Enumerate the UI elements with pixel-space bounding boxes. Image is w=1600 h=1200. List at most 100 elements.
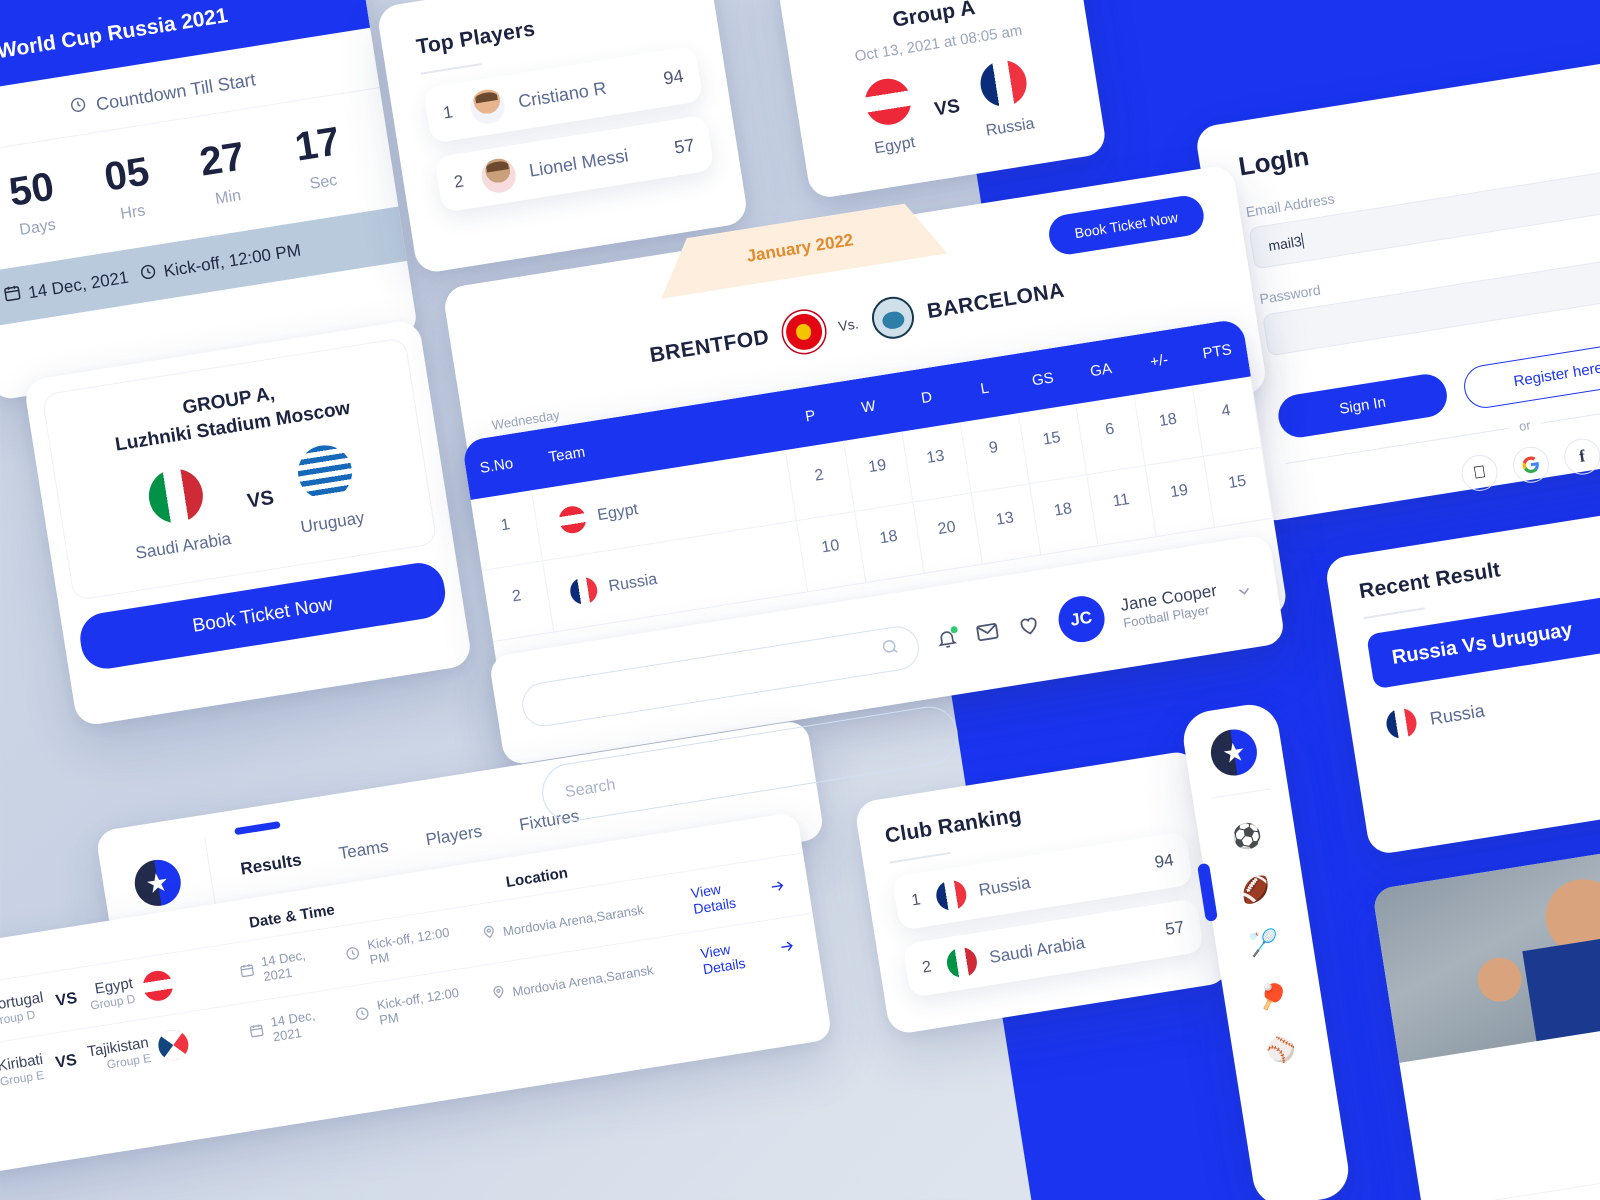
russia-flag-icon — [934, 878, 969, 913]
versus-label: Vs. — [837, 315, 860, 335]
notification-dot — [949, 625, 958, 634]
countdown-subtitle-label: Countdown Till Start — [94, 68, 257, 114]
fixture-location: Mordovia Arena,Saransk — [490, 954, 693, 1003]
club-score: 94 — [1153, 850, 1175, 872]
calendar-icon — [2, 283, 23, 309]
tajikistan-flag-icon — [156, 1028, 191, 1063]
group-a-away-name: Russia — [984, 115, 1036, 140]
google-icon[interactable] — [1510, 444, 1552, 486]
cell-sno: 1 — [470, 490, 543, 571]
cell-p: 2 — [785, 440, 856, 521]
versus-label: VS — [245, 486, 276, 513]
chevron-down-icon[interactable] — [1234, 581, 1255, 607]
fixture-date: 14 Dec, 2021 — [259, 947, 307, 985]
player-name: Lionel Messi — [527, 144, 630, 181]
countdown-hrs-label: Hrs — [119, 202, 147, 223]
fixture-location: Mordovia Arena,Saransk — [481, 894, 684, 943]
clock-icon — [138, 262, 158, 286]
versus-label: VS — [932, 95, 962, 120]
cell-w: 19 — [844, 431, 914, 511]
view-details-label: View Details — [699, 940, 747, 978]
cell-d: 13 — [902, 422, 972, 502]
facebook-icon[interactable]: f — [1561, 435, 1600, 478]
brentford-crest-icon — [779, 307, 828, 356]
top-players-title: Top Players — [414, 17, 537, 59]
countdown-unit-days: 50 Days — [6, 164, 61, 240]
stadium-home-team: Saudi Arabia — [124, 462, 233, 564]
cell-gd: 18 — [1134, 385, 1204, 465]
russia-flag-icon — [976, 57, 1030, 110]
stadium-home-name: Saudi Arabia — [134, 529, 233, 564]
avatar — [468, 87, 508, 127]
whitecaps-crest-icon — [868, 293, 917, 342]
countdown-date-text: 14 Dec, 2021 — [26, 267, 130, 302]
countdown-kickoff-text: Kick-off, 12:00 PM — [162, 239, 303, 281]
stadium-match-card: GROUP A, Luzhniki Stadium Moscow Saudi A… — [23, 318, 473, 728]
cell-w: 18 — [855, 502, 925, 583]
group-a-away-team: Russia — [975, 57, 1036, 141]
saudi-arabia-flag-icon — [144, 465, 207, 528]
stadium-away-team: Uruguay — [289, 441, 366, 538]
divider — [889, 851, 951, 864]
countdown-hrs-value: 05 — [101, 149, 153, 200]
player-rank: 2 — [452, 171, 466, 192]
column-header-ga: GA — [1088, 360, 1114, 381]
fixture-away: Tajikistan Group E — [86, 1028, 191, 1074]
heart-icon[interactable] — [1015, 611, 1043, 643]
or-label: or — [1517, 417, 1532, 435]
saudi-arabia-flag-icon — [944, 945, 980, 980]
register-button[interactable]: Register here — [1461, 338, 1600, 411]
sidebar-item-soccer[interactable]: ⚽ — [1230, 821, 1264, 852]
cell-team-name: Egypt — [596, 500, 640, 524]
club-name: Russia — [977, 872, 1032, 900]
search-placeholder: Search — [563, 776, 617, 802]
sidebar-item-american-football[interactable]: 🏈 — [1239, 875, 1273, 906]
view-details-link[interactable]: View Details — [690, 871, 789, 917]
cell-d: 20 — [913, 493, 983, 573]
calendar-icon — [238, 962, 256, 982]
countdown-unit-min: 27 Min — [196, 134, 252, 210]
tab-players[interactable]: Players — [423, 816, 484, 856]
versus-label: VS — [54, 989, 79, 1010]
countdown-sec-label: Sec — [308, 171, 339, 193]
mail-icon[interactable] — [973, 618, 1001, 650]
cell-l: 9 — [960, 413, 1030, 493]
stadium-inner: GROUP A, Luzhniki Stadium Moscow Saudi A… — [41, 337, 438, 602]
book-ticket-button[interactable]: Book Ticket Now — [1045, 193, 1207, 258]
cell-p: 10 — [797, 511, 867, 592]
sidebar-item-badminton[interactable]: 🏸 — [1247, 928, 1281, 959]
club-name: Saudi Arabia — [988, 933, 1087, 967]
sidebar-item-baseball[interactable]: ⚾ — [1264, 1035, 1298, 1066]
column-header-l: L — [979, 379, 991, 398]
star-logo-icon: ★ — [1207, 726, 1261, 779]
fixture-home: Portugal Group D — [0, 989, 47, 1034]
countdown-date-segment: 14 Dec, 2021 — [2, 266, 130, 308]
countdown-kickoff-segment: Kick-off, 12:00 PM — [138, 239, 302, 286]
bell-icon[interactable] — [934, 625, 960, 655]
fixture-away: Egypt Group D — [87, 968, 175, 1012]
topbar-user-block[interactable]: Jane Cooper Football Player — [1119, 580, 1221, 630]
egypt-flag-icon — [140, 968, 175, 1004]
view-details-link[interactable]: View Details — [699, 931, 798, 977]
column-header-gs: GS — [1030, 369, 1055, 390]
cell-gs: 15 — [1018, 403, 1088, 484]
club-rank: 2 — [921, 958, 933, 977]
tab-teams[interactable]: Teams — [336, 831, 390, 870]
countdown-min-value: 27 — [196, 134, 248, 185]
avatar — [479, 156, 519, 196]
recent-result-team: Russia — [1428, 699, 1486, 729]
sidebar-item-table-tennis[interactable]: 🏓 — [1256, 981, 1290, 1012]
email-value: mail3 — [1267, 232, 1303, 254]
sign-in-button[interactable]: Sign In — [1275, 371, 1450, 441]
tab-results[interactable]: Results — [238, 844, 304, 885]
arrow-right-icon — [768, 876, 788, 898]
app-logo[interactable]: ★ — [1200, 725, 1271, 799]
countdown-min-label: Min — [214, 187, 243, 208]
player-score: 57 — [672, 134, 696, 158]
fixture-location-text: Mordovia Arena,Saransk — [501, 901, 645, 939]
apple-icon[interactable]:  — [1458, 452, 1501, 494]
group-a-home-team: Egypt — [861, 75, 919, 158]
countdown-days-label: Days — [18, 216, 57, 239]
divider — [420, 62, 483, 75]
avatar[interactable]: JC — [1054, 592, 1108, 646]
